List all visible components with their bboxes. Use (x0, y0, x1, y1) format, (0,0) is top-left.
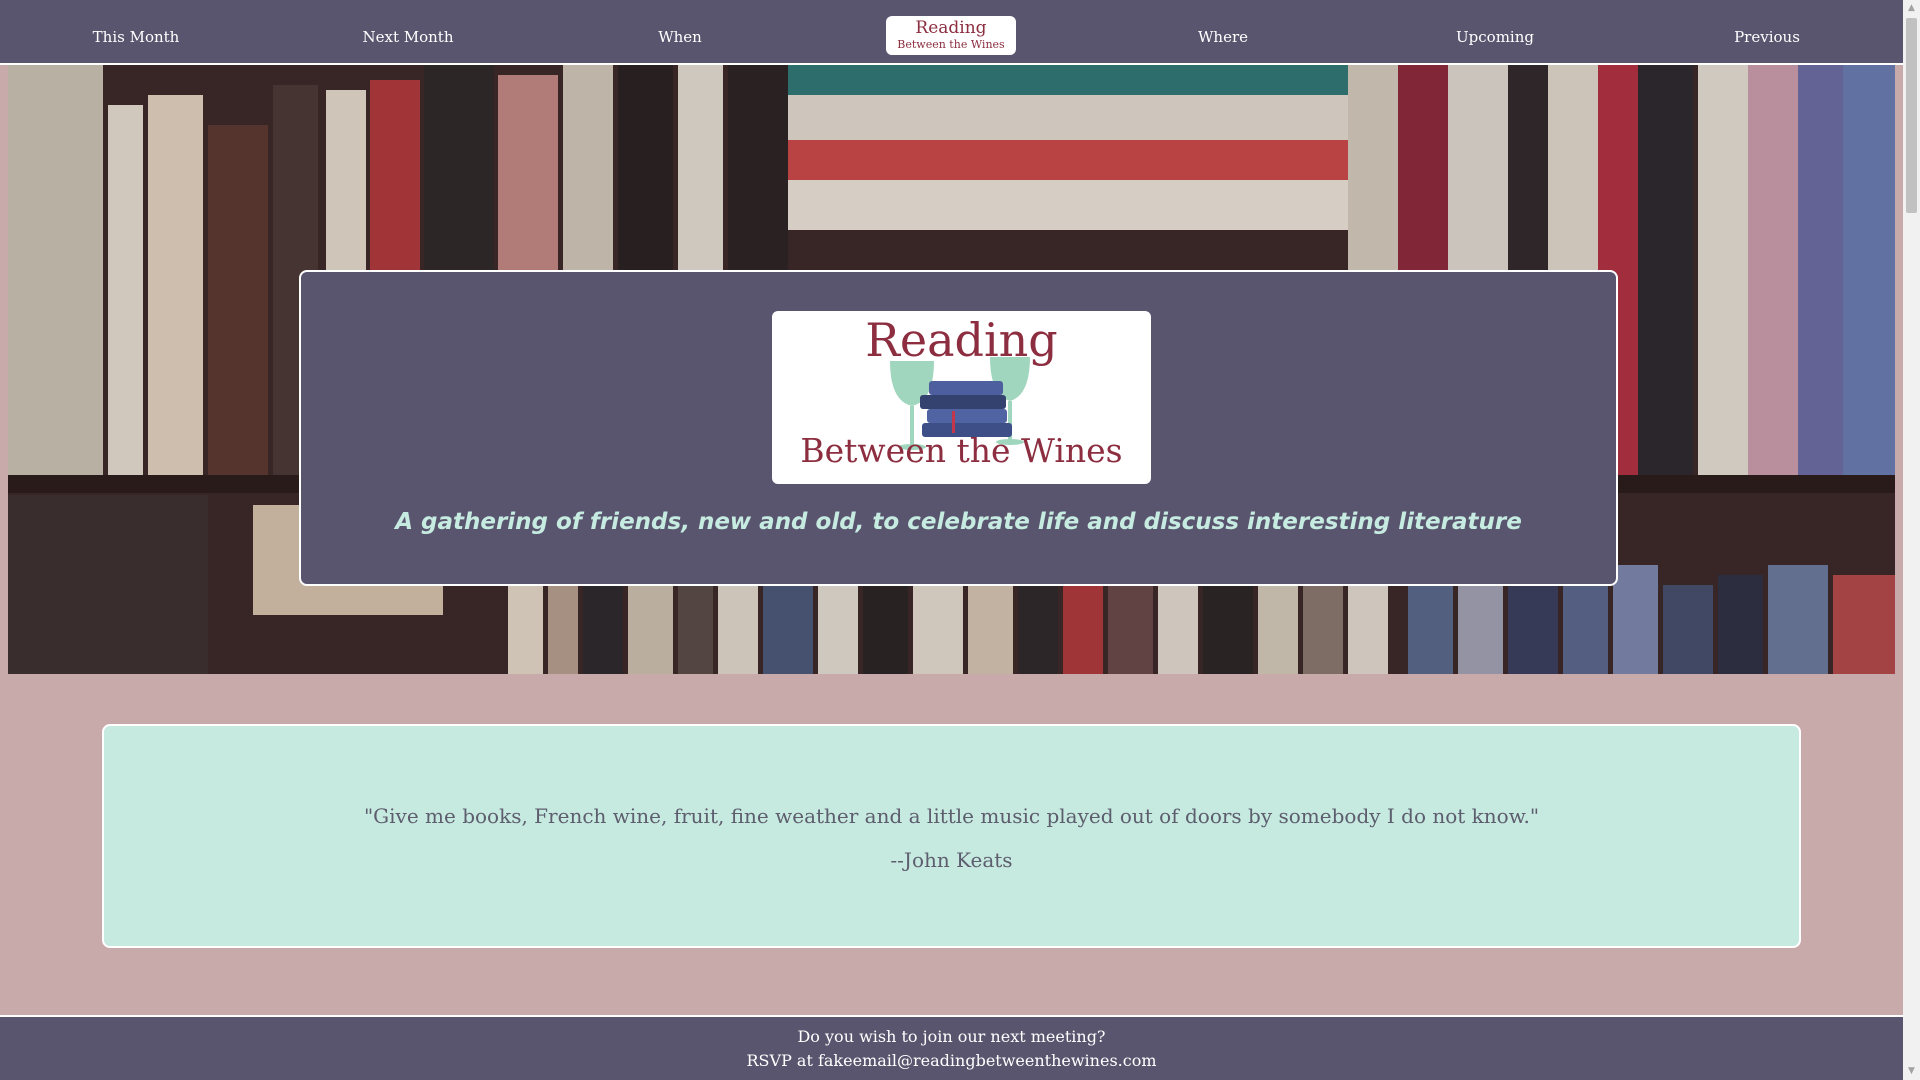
hero-tagline: A gathering of friends, new and old, to … (395, 509, 1522, 535)
hero-logo: Reading Between the Wines (772, 311, 1151, 484)
nav-next-month[interactable]: Next Month (318, 0, 498, 63)
nav-logo-line2: Between the Wines (897, 38, 1005, 51)
triangle-down-icon[interactable]: ▼ (1903, 1063, 1920, 1080)
hero-logo-subtitle: Between the Wines (800, 431, 1123, 470)
vertical-scrollbar[interactable]: ▲ ▼ (1903, 0, 1920, 1080)
nav-where[interactable]: Where (1133, 0, 1313, 63)
quote-author: --John Keats (890, 848, 1013, 872)
footer-invite-text: Do you wish to join our next meeting? (797, 1027, 1106, 1046)
quote-text: "Give me books, French wine, fruit, fine… (363, 804, 1540, 828)
top-nav: This Month Next Month When Reading Betwe… (0, 0, 1903, 65)
scrollbar-thumb[interactable] (1906, 18, 1917, 213)
footer: Do you wish to join our next meeting? RS… (0, 1015, 1903, 1080)
nav-logo-line1: Reading (915, 18, 987, 38)
hero-bookshelf: Reading Between the Wines A gathering of… (8, 65, 1895, 674)
quote-box: "Give me books, French wine, fruit, fine… (102, 724, 1801, 948)
nav-this-month[interactable]: This Month (46, 0, 226, 63)
footer-rsvp-text[interactable]: RSVP at fakeemail@readingbetweenthewines… (0, 1051, 1903, 1070)
hero-banner: Reading Between the Wines A gathering of… (299, 270, 1618, 586)
nav-home-logo[interactable]: Reading Between the Wines (886, 16, 1016, 55)
nav-when[interactable]: When (590, 0, 770, 63)
nav-previous[interactable]: Previous (1677, 0, 1857, 63)
nav-upcoming[interactable]: Upcoming (1405, 0, 1585, 63)
triangle-up-icon[interactable]: ▲ (1903, 0, 1920, 17)
